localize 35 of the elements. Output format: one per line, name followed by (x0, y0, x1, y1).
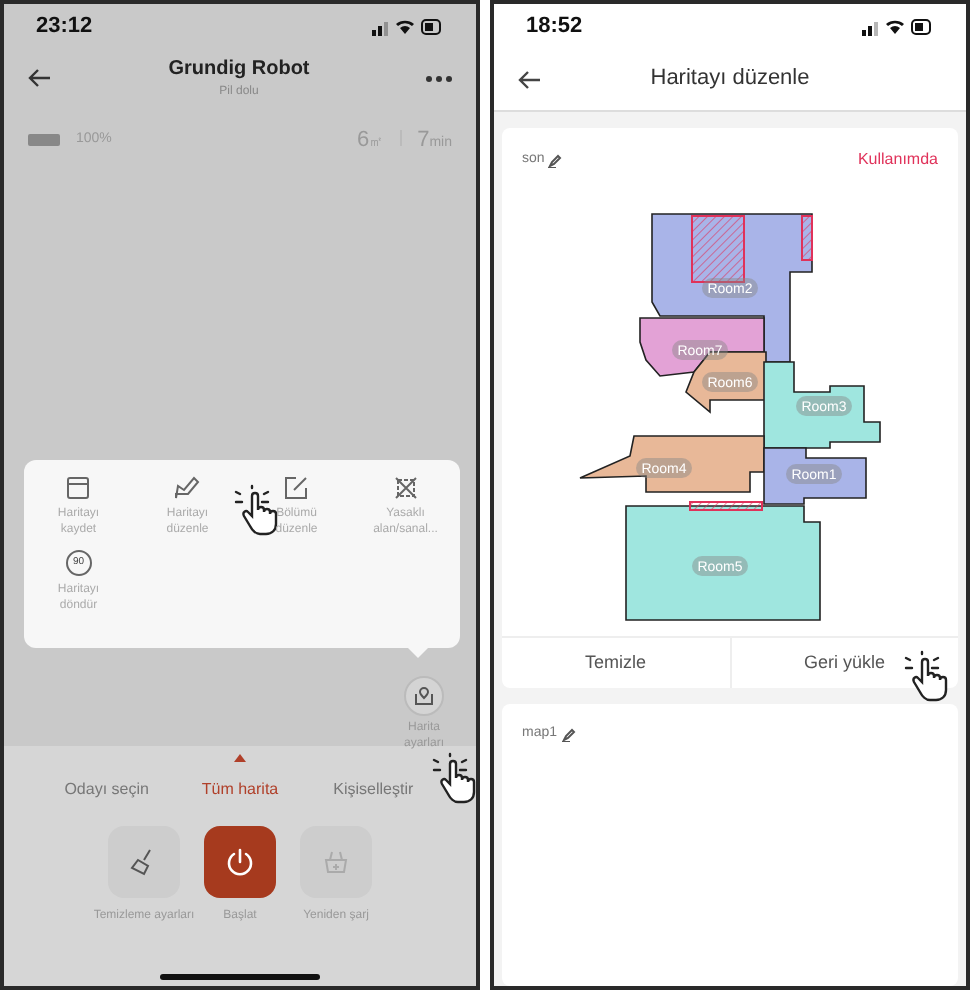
room-area[interactable] (763, 447, 867, 505)
tab-indicator-icon (233, 754, 246, 762)
status-icons (372, 17, 444, 35)
map-settings-button[interactable] (404, 676, 444, 716)
pencil-icon (174, 476, 201, 500)
crossed-square-icon (393, 476, 418, 500)
map-tab[interactable]: Kişiselleştir (333, 778, 414, 802)
map-status: Kullanımda (857, 148, 938, 172)
status-time: 18:52 (526, 11, 583, 42)
status-icons (862, 17, 934, 35)
map-action-button[interactable]: Temizle (502, 638, 729, 688)
room-area[interactable] (639, 317, 765, 377)
dock-icon (322, 848, 350, 876)
room-area[interactable] (763, 361, 881, 449)
back-arrow-icon[interactable] (518, 69, 542, 89)
no-go-zone (689, 501, 763, 511)
pencil-icon[interactable] (561, 727, 576, 742)
power-icon (226, 848, 254, 876)
floppy-icon (66, 476, 91, 500)
map-tab[interactable]: Odayı seçin (64, 778, 149, 802)
map-tab[interactable]: Tüm harita (201, 778, 279, 802)
back-arrow-icon[interactable] (28, 68, 52, 88)
pencil-icon[interactable] (548, 153, 563, 167)
header-title: Grundig Robot (168, 56, 310, 84)
status-time: 23:12 (36, 11, 93, 42)
room-area[interactable] (625, 505, 821, 621)
edit-icon (284, 476, 309, 500)
no-go-zone (691, 215, 745, 283)
map-pin-icon (414, 686, 434, 706)
start-button[interactable] (204, 826, 276, 898)
room-area[interactable] (579, 435, 765, 493)
header-title: Haritayı düzenle (650, 64, 810, 95)
no-go-zone (801, 215, 813, 261)
battery-icon (28, 134, 60, 147)
more-icon[interactable] (425, 75, 452, 81)
